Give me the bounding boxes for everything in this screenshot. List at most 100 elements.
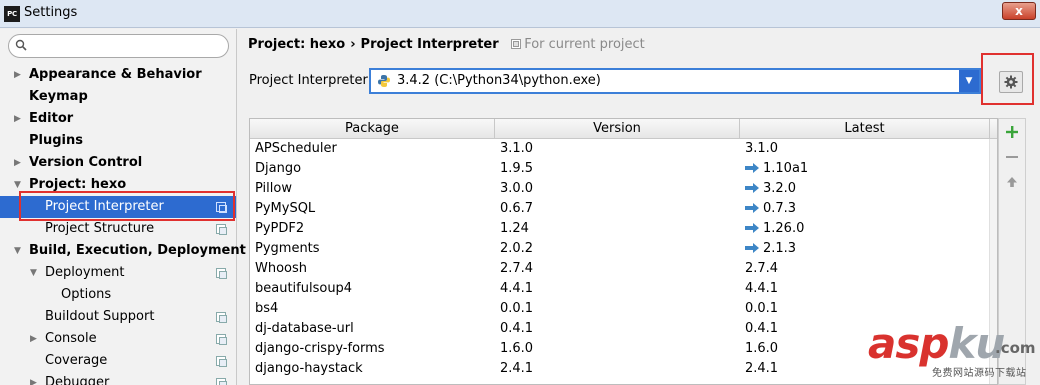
sidebar-item-label: Version Control [29, 155, 143, 170]
table-row[interactable]: Whoosh 2.7.4 2.7.4 [250, 259, 997, 279]
uninstall-package-button[interactable] [1003, 148, 1021, 166]
package-version: 2.7.4 [500, 261, 534, 276]
chevron-down-icon[interactable]: ▼ [959, 70, 979, 92]
sidebar-item-options[interactable]: Options [0, 284, 236, 306]
pycharm-app-icon: PC [4, 6, 20, 22]
sidebar-item-label: Editor [29, 111, 74, 126]
package-version: 2.4.1 [500, 361, 534, 376]
project-scope-icon [216, 356, 227, 367]
sidebar-item-plugins[interactable]: Plugins [0, 130, 236, 152]
table-row[interactable]: APScheduler 3.1.0 3.1.0 [250, 139, 997, 159]
upgrade-package-button[interactable] [1003, 173, 1021, 191]
project-scope-icon [216, 378, 227, 385]
project-scope-icon [216, 312, 227, 323]
package-latest: 1.26.0 [745, 219, 804, 239]
expand-right-icon[interactable]: ▶ [30, 328, 40, 350]
sidebar-item-deployment[interactable]: ▼ Deployment [0, 262, 236, 284]
breadcrumb-separator: › [350, 37, 356, 52]
latest-version-text: 1.10a1 [763, 161, 809, 176]
package-name: bs4 [255, 301, 279, 316]
window-titlebar: PC Settings x [0, 0, 1040, 28]
latest-version-text: 3.2.0 [763, 181, 797, 196]
sidebar-item-buildout-support[interactable]: Buildout Support [0, 306, 236, 328]
project-scope-icon [216, 334, 227, 345]
expand-right-icon[interactable]: ▶ [14, 108, 24, 130]
package-latest: 0.0.1 [745, 299, 778, 319]
package-name: Pillow [255, 181, 292, 196]
site-watermark: aspku .com 免费网站源码下载站 [868, 322, 1038, 382]
close-button[interactable]: x [1002, 2, 1036, 20]
install-package-button[interactable] [1003, 123, 1021, 141]
breadcrumb-project: Project: hexo [248, 37, 346, 52]
sidebar-item-label: Options [61, 287, 112, 302]
header-version[interactable]: Version [495, 119, 740, 139]
table-row[interactable]: PyMySQL 0.6.7 0.7.3 [250, 199, 997, 219]
watermark-logo: aspku [868, 319, 1005, 368]
table-row[interactable]: PyPDF2 1.24 1.26.0 [250, 219, 997, 239]
sidebar-item-label: Console [45, 331, 97, 346]
upgrade-available-icon [745, 163, 759, 173]
sidebar-item-label: Build, Execution, Deployment [29, 243, 246, 258]
table-row[interactable]: beautifulsoup4 4.4.1 4.4.1 [250, 279, 997, 299]
scope-note: For current project [511, 37, 645, 52]
project-scope-icon [216, 224, 227, 235]
sidebar-item-debugger[interactable]: ▶ Debugger [0, 372, 236, 385]
expand-down-icon[interactable]: ▼ [30, 262, 40, 284]
package-name: PyPDF2 [255, 221, 305, 236]
package-name: Pygments [255, 241, 320, 256]
expand-down-icon[interactable]: ▼ [14, 240, 24, 262]
breadcrumb: Project: hexo › Project Interpreter For cu… [248, 37, 645, 52]
package-latest: 1.10a1 [745, 159, 808, 179]
header-latest[interactable]: Latest [740, 119, 990, 139]
package-latest: 1.6.0 [745, 339, 778, 359]
package-version: 0.4.1 [500, 321, 534, 336]
latest-version-text: 0.0.1 [745, 301, 779, 316]
sidebar-item-keymap[interactable]: Keymap [0, 86, 236, 108]
sidebar-item-label: Keymap [29, 89, 88, 104]
interpreter-dropdown[interactable]: 3.4.2 (C:\Python34\python.exe) ▼ [369, 68, 981, 94]
package-name: PyMySQL [255, 201, 316, 216]
expand-right-icon[interactable]: ▶ [30, 372, 40, 385]
table-header: Package Version Latest [250, 119, 997, 139]
table-row[interactable]: Django 1.9.5 1.10a1 [250, 159, 997, 179]
sidebar-item-coverage[interactable]: Coverage [0, 350, 236, 372]
sidebar-item-console[interactable]: ▶ Console [0, 328, 236, 350]
latest-version-text: 0.4.1 [745, 321, 779, 336]
highlight-box-gear [981, 53, 1034, 105]
sidebar-item-label: Coverage [45, 353, 108, 368]
sidebar-item-appearance-behavior[interactable]: ▶ Appearance & Behavior [0, 64, 236, 86]
interpreter-label: Project Interpreter: [249, 73, 373, 88]
package-latest: 4.4.1 [745, 279, 778, 299]
scope-icon [511, 39, 522, 49]
table-row[interactable]: Pillow 3.0.0 3.2.0 [250, 179, 997, 199]
package-version: 1.24 [500, 221, 529, 236]
latest-version-text: 3.1.0 [745, 141, 779, 156]
table-row[interactable]: bs4 0.0.1 0.0.1 [250, 299, 997, 319]
expand-right-icon[interactable]: ▶ [14, 152, 24, 174]
package-latest: 3.1.0 [745, 139, 778, 159]
watermark-domain: .com [995, 339, 1036, 357]
package-name: Whoosh [255, 261, 308, 276]
sidebar-item-project-structure[interactable]: Project Structure [0, 218, 236, 240]
sidebar-item-label: Project Structure [45, 221, 155, 236]
latest-version-text: 1.6.0 [745, 341, 779, 356]
package-latest: 3.2.0 [745, 179, 796, 199]
settings-search-input[interactable] [8, 34, 229, 58]
package-version: 4.4.1 [500, 281, 534, 296]
window-title: Settings [24, 5, 78, 20]
latest-version-text: 2.7.4 [745, 261, 779, 276]
package-version: 2.0.2 [500, 241, 534, 256]
watermark-tagline: 免费网站源码下载站 [932, 368, 1027, 379]
header-package[interactable]: Package [250, 119, 495, 139]
package-latest: 0.7.3 [745, 199, 796, 219]
latest-version-text: 2.1.3 [763, 241, 797, 256]
plus-icon [1006, 126, 1018, 138]
sidebar-item-build-execution-deployment[interactable]: ▼ Build, Execution, Deployment [0, 240, 246, 262]
package-name: Django [255, 161, 302, 176]
sidebar-item-editor[interactable]: ▶ Editor [0, 108, 236, 130]
expand-right-icon[interactable]: ▶ [14, 64, 24, 86]
table-row[interactable]: Pygments 2.0.2 2.1.3 [250, 239, 997, 259]
package-latest: 2.1.3 [745, 239, 796, 259]
package-version: 0.0.1 [500, 301, 534, 316]
sidebar-item-version-control[interactable]: ▶ Version Control [0, 152, 236, 174]
